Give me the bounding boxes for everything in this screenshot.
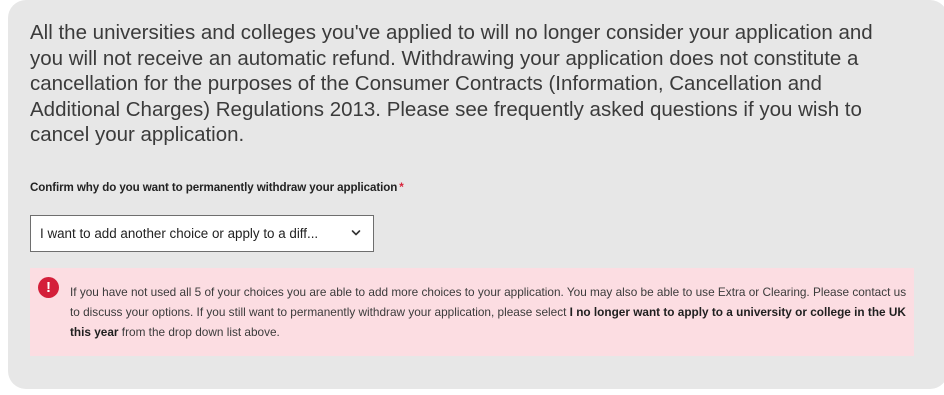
alert-message: If you have not used all 5 of your choic… bbox=[70, 282, 912, 342]
withdraw-reason-selected-value: I want to add another choice or apply to… bbox=[40, 226, 319, 241]
reason-field-label: Confirm why do you want to permanently w… bbox=[30, 181, 404, 194]
choices-info-alert: ! If you have not used all 5 of your cho… bbox=[30, 268, 914, 356]
withdraw-application-panel: All the universities and colleges you've… bbox=[8, 0, 944, 389]
alert-text-end: from the drop down list above. bbox=[118, 325, 280, 339]
required-marker: * bbox=[399, 181, 404, 194]
chevron-down-icon bbox=[351, 230, 361, 236]
exclamation-icon: ! bbox=[38, 277, 59, 298]
withdraw-reason-select[interactable]: I want to add another choice or apply to… bbox=[30, 215, 374, 252]
reason-label-text: Confirm why do you want to permanently w… bbox=[30, 181, 398, 194]
withdraw-warning-text: All the universities and colleges you've… bbox=[30, 21, 873, 146]
